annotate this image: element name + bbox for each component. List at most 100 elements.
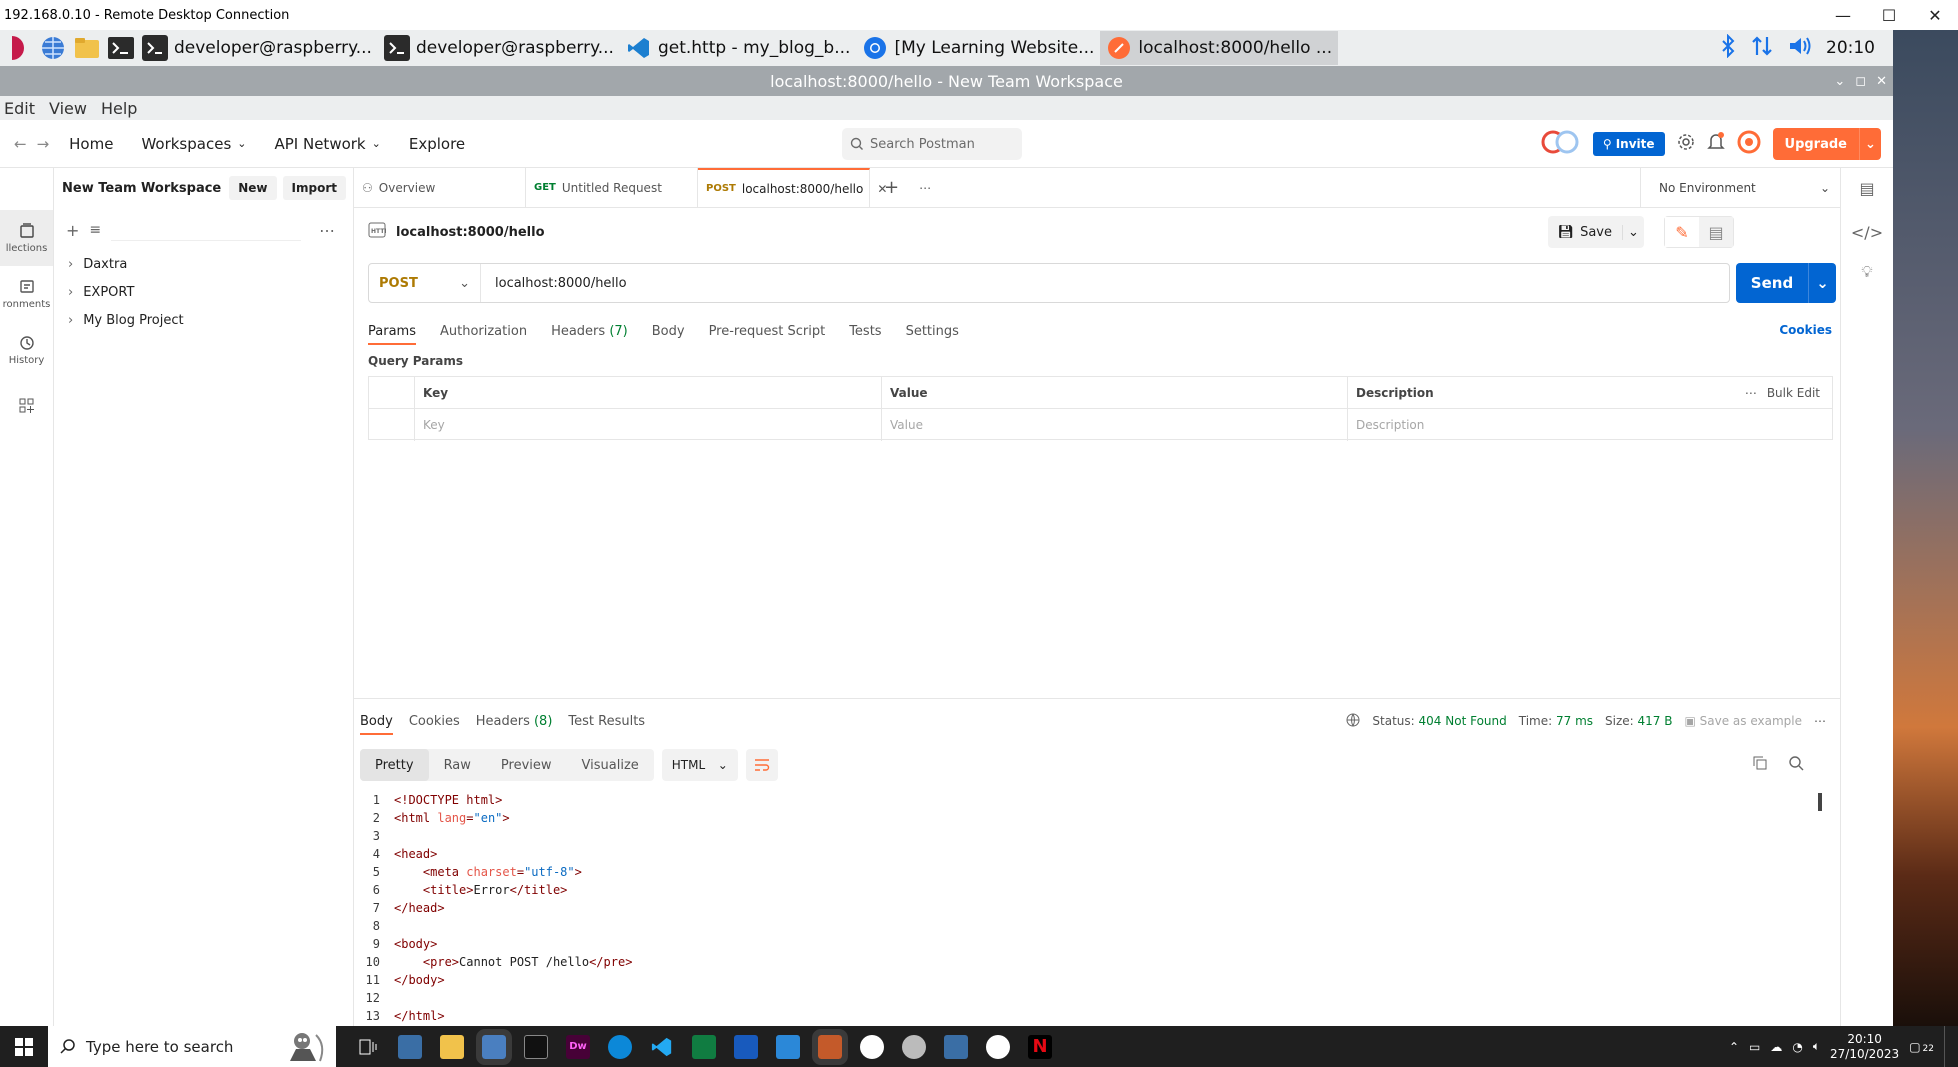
description-input[interactable]: Description bbox=[1348, 409, 1832, 441]
format-raw[interactable]: Raw bbox=[429, 749, 486, 781]
lightbulb-icon[interactable]: 💡︎ bbox=[1841, 256, 1893, 288]
collection-daxtra[interactable]: › Daxtra bbox=[54, 250, 354, 278]
headphones-app-icon[interactable] bbox=[860, 1034, 884, 1059]
more-options-icon[interactable]: ⋯ bbox=[1814, 714, 1826, 728]
user-avatar[interactable] bbox=[1737, 130, 1761, 158]
lock-app-icon[interactable] bbox=[986, 1034, 1010, 1059]
filter-icon[interactable]: ≡ bbox=[89, 222, 101, 238]
terminal-icon[interactable] bbox=[106, 33, 136, 63]
request-name[interactable]: localhost:8000/hello bbox=[396, 225, 545, 240]
slack-icon[interactable] bbox=[812, 1028, 848, 1065]
network-app-icon[interactable] bbox=[944, 1034, 968, 1059]
close-button[interactable]: ✕ bbox=[1912, 6, 1958, 25]
copy-icon[interactable] bbox=[1752, 755, 1768, 775]
menu-help[interactable]: Help bbox=[97, 99, 147, 118]
more-options-icon[interactable]: ⋯ bbox=[319, 221, 335, 240]
bluetooth-icon[interactable] bbox=[1720, 33, 1736, 63]
method-select[interactable]: POST ⌄ bbox=[369, 264, 481, 302]
more-tabs-icon[interactable]: ⋯ bbox=[919, 181, 931, 195]
nav-workspaces[interactable]: Workspaces ⌄ bbox=[127, 135, 260, 153]
team-avatars-icon[interactable] bbox=[1541, 130, 1581, 158]
rail-apps[interactable] bbox=[0, 378, 53, 434]
chevron-up-icon[interactable]: ⌃ bbox=[1729, 1040, 1739, 1054]
url-input[interactable]: localhost:8000/hello bbox=[481, 276, 627, 291]
windows-search-input[interactable]: Type here to search bbox=[48, 1026, 336, 1067]
network-icon[interactable] bbox=[1750, 34, 1774, 63]
new-button[interactable]: New bbox=[229, 176, 277, 200]
device-icon[interactable]: ▭ bbox=[1749, 1040, 1760, 1054]
format-visualize[interactable]: Visualize bbox=[567, 749, 654, 781]
tab-body[interactable]: Body bbox=[652, 324, 685, 339]
maximize-button[interactable]: ☐ bbox=[1866, 6, 1912, 25]
search-icon[interactable] bbox=[1788, 755, 1804, 775]
cookies-link[interactable]: Cookies bbox=[1779, 323, 1832, 337]
menu-view[interactable]: View bbox=[45, 99, 97, 118]
collection-my-blog-project[interactable]: › My Blog Project bbox=[54, 306, 354, 334]
wrap-lines-button[interactable] bbox=[745, 749, 778, 781]
pi-task-terminal-2[interactable]: developer@raspberry... bbox=[378, 31, 620, 65]
resp-tab-headers[interactable]: Headers (8) bbox=[476, 714, 553, 729]
vscode-icon[interactable] bbox=[650, 1035, 674, 1059]
restore-icon[interactable]: ◻ bbox=[1855, 74, 1866, 89]
comment-icon[interactable]: ▤ bbox=[1699, 217, 1733, 247]
resp-tab-body[interactable]: Body bbox=[360, 714, 393, 735]
time-text[interactable]: Time: 77 ms bbox=[1519, 714, 1593, 728]
tab-pre-request-script[interactable]: Pre-request Script bbox=[709, 324, 826, 339]
environment-selector[interactable]: No Environment ⌄ bbox=[1640, 168, 1840, 208]
rail-collections[interactable]: llections bbox=[0, 210, 53, 266]
tab-settings[interactable]: Settings bbox=[906, 324, 959, 339]
invite-button[interactable]: ⚲ Invite bbox=[1592, 132, 1665, 156]
pi-task-vscode[interactable]: get.http - my_blog_b... bbox=[620, 31, 857, 65]
store-icon[interactable] bbox=[776, 1034, 800, 1059]
edge-icon[interactable] bbox=[608, 1034, 632, 1059]
bell-icon[interactable] bbox=[1706, 132, 1725, 156]
nav-home[interactable]: Home bbox=[55, 135, 127, 153]
tab-headers[interactable]: Headers (7) bbox=[551, 324, 628, 339]
format-preview[interactable]: Preview bbox=[486, 749, 567, 781]
windows-start-icon[interactable] bbox=[0, 1026, 48, 1067]
notifications-icon[interactable]: ▢ 22 bbox=[1909, 1040, 1934, 1054]
size-text[interactable]: Size: 417 B bbox=[1605, 714, 1672, 728]
gear-icon[interactable] bbox=[1677, 133, 1695, 155]
tab-overview[interactable]: ⚇ Overview bbox=[354, 168, 526, 207]
show-desktop-icon[interactable] bbox=[1944, 1026, 1948, 1067]
task-view-icon[interactable] bbox=[356, 1035, 380, 1059]
scrollbar[interactable] bbox=[1818, 793, 1822, 811]
chevron-down-icon[interactable]: ⌄ bbox=[1834, 74, 1845, 89]
menu-edit[interactable]: Edit bbox=[0, 99, 45, 118]
word-icon[interactable] bbox=[734, 1034, 758, 1059]
pi-task-postman[interactable]: localhost:8000/hello ... bbox=[1100, 31, 1339, 65]
cloud-icon[interactable]: ☁ bbox=[1770, 1040, 1782, 1054]
globe-icon[interactable] bbox=[1346, 713, 1360, 730]
speaker-icon[interactable]: 🔈︎ bbox=[1813, 1039, 1820, 1054]
value-input[interactable]: Value bbox=[882, 409, 1348, 441]
more-options-icon[interactable]: ⋯ bbox=[1745, 386, 1757, 400]
excel-icon[interactable] bbox=[692, 1034, 716, 1059]
nav-explore[interactable]: Explore bbox=[395, 135, 479, 153]
status-text[interactable]: Status: 404 Not Found bbox=[1372, 714, 1506, 728]
dreamweaver-icon[interactable]: Dw bbox=[566, 1034, 590, 1059]
language-select[interactable]: HTML ⌄ bbox=[661, 749, 738, 781]
raspberry-menu-icon[interactable] bbox=[4, 33, 34, 63]
bulk-edit-button[interactable]: Bulk Edit bbox=[1767, 386, 1820, 400]
tab-authorization[interactable]: Authorization bbox=[440, 324, 527, 339]
import-button[interactable]: Import bbox=[282, 176, 346, 200]
remote-desktop-active-icon[interactable] bbox=[476, 1028, 512, 1065]
resp-tab-cookies[interactable]: Cookies bbox=[409, 714, 460, 729]
collection-export[interactable]: › EXPORT bbox=[54, 278, 354, 306]
environment-quick-look-icon[interactable]: ▤ bbox=[1841, 168, 1893, 208]
plus-icon[interactable]: + bbox=[66, 221, 79, 240]
settings-app-icon[interactable] bbox=[902, 1034, 926, 1059]
chevron-down-icon[interactable]: ⌄ bbox=[1808, 263, 1836, 303]
cmd-icon[interactable] bbox=[524, 1034, 548, 1059]
system-clock[interactable]: 20:10 27/10/2023 bbox=[1830, 1032, 1899, 1062]
send-button[interactable]: Send ⌄ bbox=[1736, 263, 1836, 303]
rail-history[interactable]: History bbox=[0, 322, 53, 378]
tab-untitled-request[interactable]: GET Untitled Request bbox=[526, 168, 698, 207]
save-as-example-button[interactable]: ▣ Save as example bbox=[1684, 714, 1802, 728]
tab-localhost-hello[interactable]: POST localhost:8000/hello ✕ bbox=[698, 168, 887, 207]
minimize-button[interactable]: — bbox=[1820, 6, 1866, 25]
pencil-icon[interactable]: ✎ bbox=[1665, 217, 1699, 247]
search-input[interactable]: Search Postman bbox=[842, 128, 1022, 160]
pi-task-chromium[interactable]: [My Learning Website... bbox=[856, 31, 1100, 65]
